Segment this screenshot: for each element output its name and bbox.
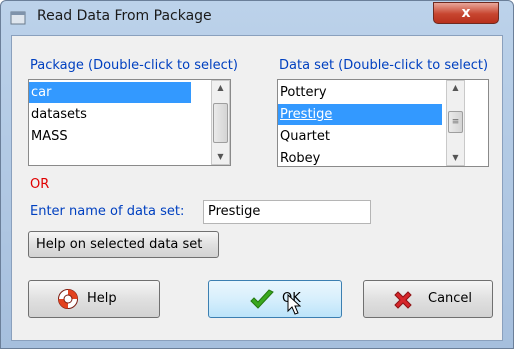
- scroll-up-icon[interactable]: ▲: [212, 81, 229, 95]
- help-button[interactable]: Help: [28, 280, 160, 318]
- window-app-icon: [10, 11, 26, 25]
- package-item-mass[interactable]: MASS: [29, 126, 191, 147]
- dataset-item-robey[interactable]: Robey: [278, 148, 442, 166]
- package-list-label: Package (Double-click to select): [30, 58, 238, 73]
- dataset-scrollbar[interactable]: ▲ ≡ ▼: [446, 80, 465, 166]
- dataset-scroll-thumb[interactable]: ≡: [448, 111, 463, 133]
- cancel-button-label: Cancel: [428, 291, 473, 306]
- scroll-down-icon[interactable]: ▼: [212, 150, 229, 164]
- dialog-window: Read Data From Package x Package (Double…: [0, 0, 514, 349]
- scroll-down-icon[interactable]: ▼: [447, 151, 464, 165]
- dataset-name-input[interactable]: Prestige: [203, 200, 371, 224]
- ok-button[interactable]: OK: [208, 280, 342, 318]
- window-title: Read Data From Package: [37, 8, 212, 24]
- dialog-body: Package (Double-click to select) car dat…: [11, 35, 503, 341]
- close-icon: x: [461, 5, 471, 21]
- dataset-item-pottery[interactable]: Pottery: [278, 82, 442, 103]
- lifebuoy-icon: [58, 289, 78, 309]
- red-x-icon: [394, 291, 412, 309]
- help-button-label: Help: [87, 291, 117, 306]
- checkmark-icon: [250, 289, 274, 309]
- or-label: OR: [30, 177, 50, 192]
- package-item-car[interactable]: car: [29, 82, 191, 103]
- dataset-list-label: Data set (Double-click to select): [279, 58, 489, 73]
- mouse-pointer-icon: [287, 294, 301, 315]
- scroll-up-icon[interactable]: ▲: [447, 81, 464, 95]
- package-item-datasets[interactable]: datasets: [29, 104, 191, 125]
- dataset-listbox[interactable]: Pottery Prestige Quartet Robey ▲ ≡ ▼: [277, 79, 489, 167]
- dataset-name-label: Enter name of data set:: [30, 204, 185, 219]
- package-scrollbar[interactable]: ▲ ▼: [211, 80, 230, 165]
- cancel-button[interactable]: Cancel: [363, 280, 493, 318]
- dataset-item-quartet[interactable]: Quartet: [278, 126, 442, 147]
- title-bar[interactable]: Read Data From Package x: [1, 1, 513, 35]
- package-scroll-thumb[interactable]: [213, 103, 228, 143]
- help-on-dataset-button[interactable]: Help on selected data set: [28, 231, 219, 258]
- close-button[interactable]: x: [433, 2, 499, 24]
- help-on-dataset-label: Help on selected data set: [36, 237, 203, 252]
- dataset-item-prestige[interactable]: Prestige: [278, 104, 442, 125]
- package-listbox[interactable]: car datasets MASS ▲ ▼: [28, 79, 231, 166]
